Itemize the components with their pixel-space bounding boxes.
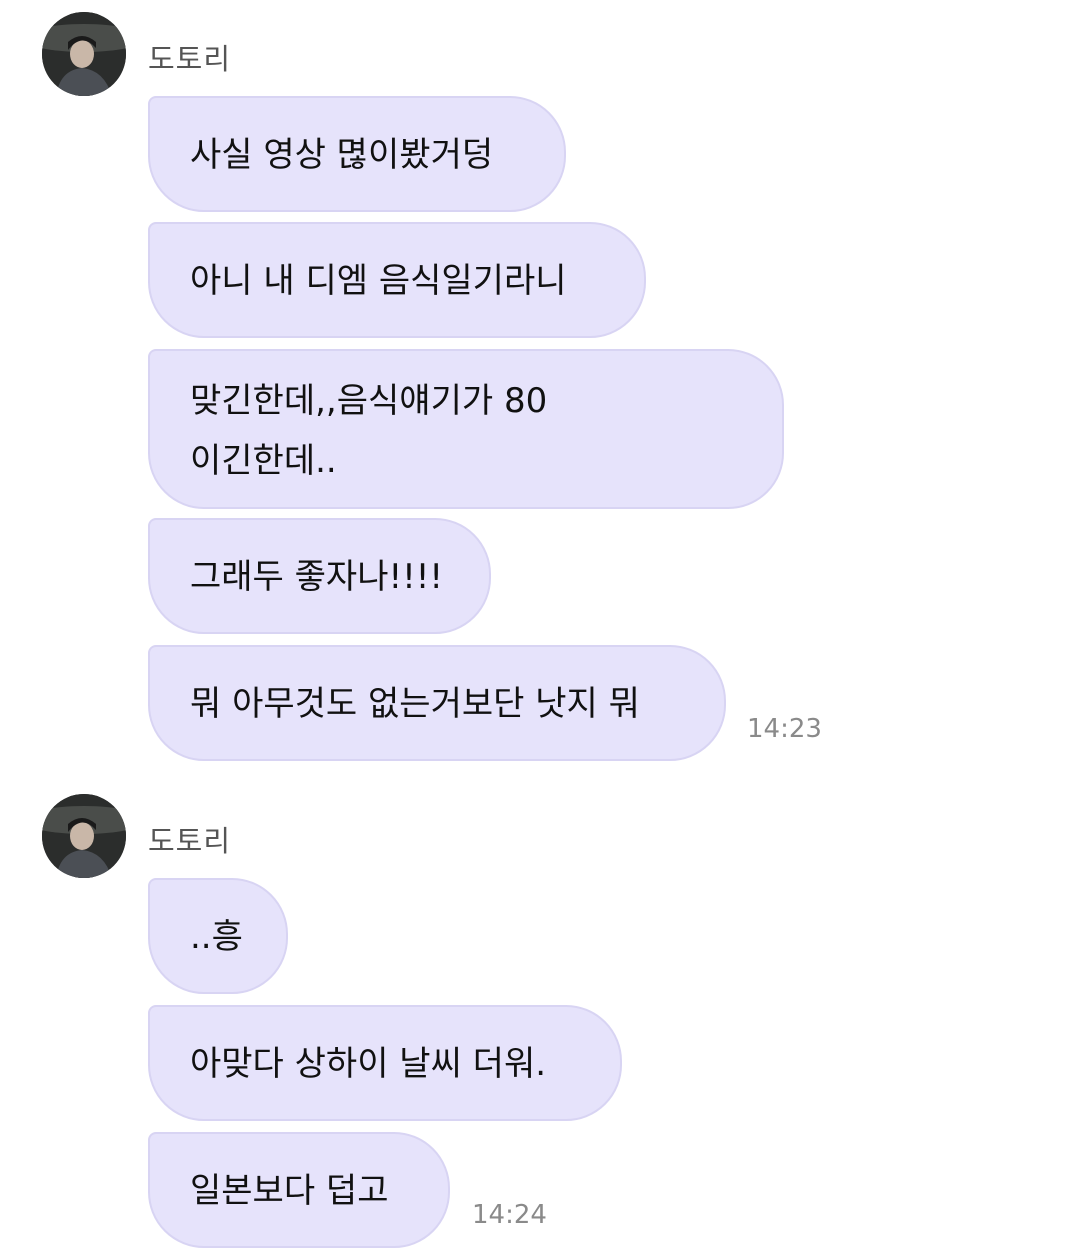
avatar-photo-icon (42, 794, 126, 878)
message-bubble[interactable]: 아니 내 디엠 음식일기라니 (148, 222, 646, 338)
message-bubble[interactable]: 일본보다 덥고 (148, 1132, 450, 1248)
sender-name: 도토리 (148, 42, 232, 76)
avatar[interactable] (42, 794, 126, 878)
sender-name: 도토리 (148, 824, 232, 858)
message-bubble[interactable]: 맞긴한데,,음식얘기가 80 이긴한데.. (148, 349, 784, 509)
message-bubble[interactable]: 사실 영상 멶이봤거덩 (148, 96, 566, 212)
message-bubble[interactable]: 그래두 좋자나!!!! (148, 518, 491, 634)
timestamp: 14:24 (472, 1200, 547, 1230)
avatar[interactable] (42, 12, 126, 96)
message-bubble[interactable]: 아맞다 상하이 날씨 더워. (148, 1005, 622, 1121)
message-bubble[interactable]: 뭐 아무것도 없는거보단 낫지 뭐 (148, 645, 726, 761)
avatar-photo-icon (42, 12, 126, 96)
timestamp: 14:23 (747, 714, 822, 744)
message-bubble[interactable]: ..흥 (148, 878, 288, 994)
